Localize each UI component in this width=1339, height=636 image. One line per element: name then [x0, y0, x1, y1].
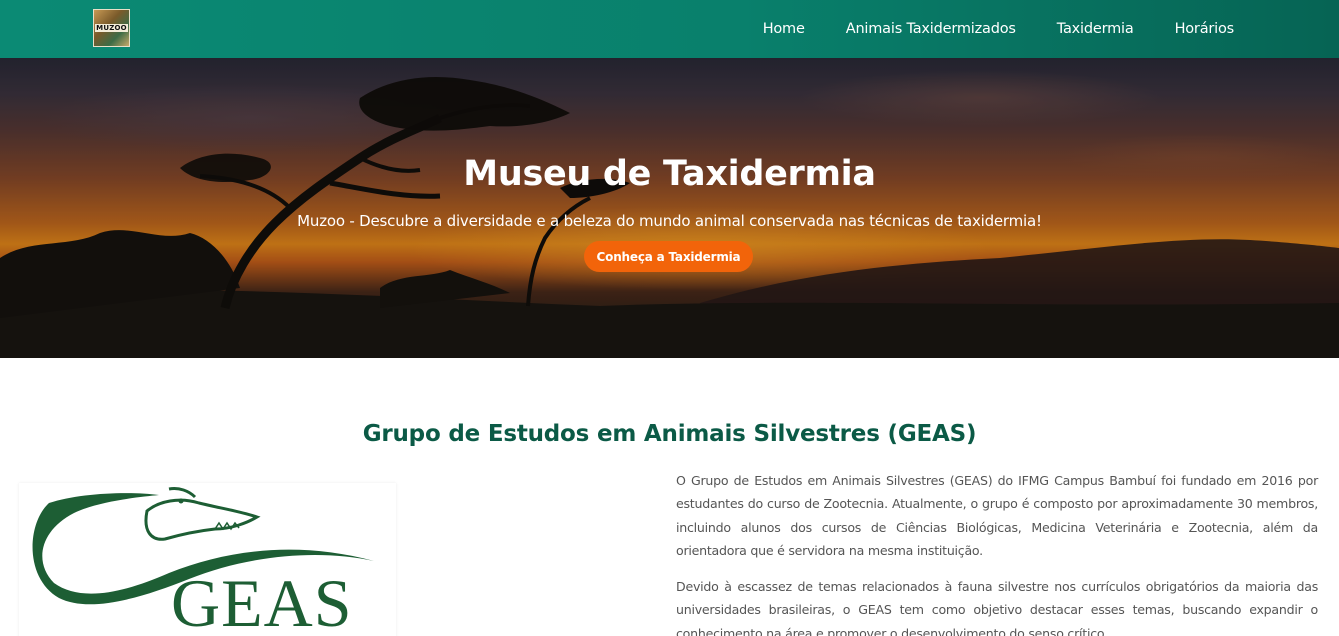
- nav-link-home[interactable]: Home: [763, 21, 805, 37]
- hero-banner: Museu de Taxidermia Muzoo - Descubre a d…: [0, 58, 1339, 358]
- conheca-taxidermia-button[interactable]: Conheça a Taxidermia: [584, 241, 753, 272]
- geas-logo-image: GEAS: [19, 483, 396, 636]
- top-navbar: MUZOO Home Animais Taxidermizados Taxide…: [0, 0, 1339, 58]
- geas-paragraph-1: O Grupo de Estudos em Animais Silvestres…: [676, 473, 1318, 558]
- nav-link-taxidermia[interactable]: Taxidermia: [1057, 21, 1134, 37]
- section-title: Grupo de Estudos em Animais Silvestres (…: [362, 421, 977, 447]
- logo-text: MUZOO: [95, 24, 128, 32]
- nav-link-horarios[interactable]: Horários: [1175, 21, 1235, 37]
- hero-overlay: [0, 58, 1339, 358]
- geas-description: O Grupo de Estudos em Animais Silvestres…: [676, 469, 1318, 636]
- hero-title: Museu de Taxidermia: [463, 154, 876, 194]
- hero-subtitle: Muzoo - Descubre a diversidade e a belez…: [297, 212, 1042, 230]
- geas-logo-text: GEAS: [171, 565, 353, 636]
- nav-link-animais-taxidermizados[interactable]: Animais Taxidermizados: [846, 21, 1016, 37]
- muzoo-logo[interactable]: MUZOO: [93, 9, 130, 47]
- nav-links: Home Animais Taxidermizados Taxidermia H…: [763, 0, 1235, 58]
- geas-paragraph-2: Devido à escassez de temas relacionados …: [676, 579, 1318, 636]
- geas-logo-graphic: GEAS: [32, 487, 374, 636]
